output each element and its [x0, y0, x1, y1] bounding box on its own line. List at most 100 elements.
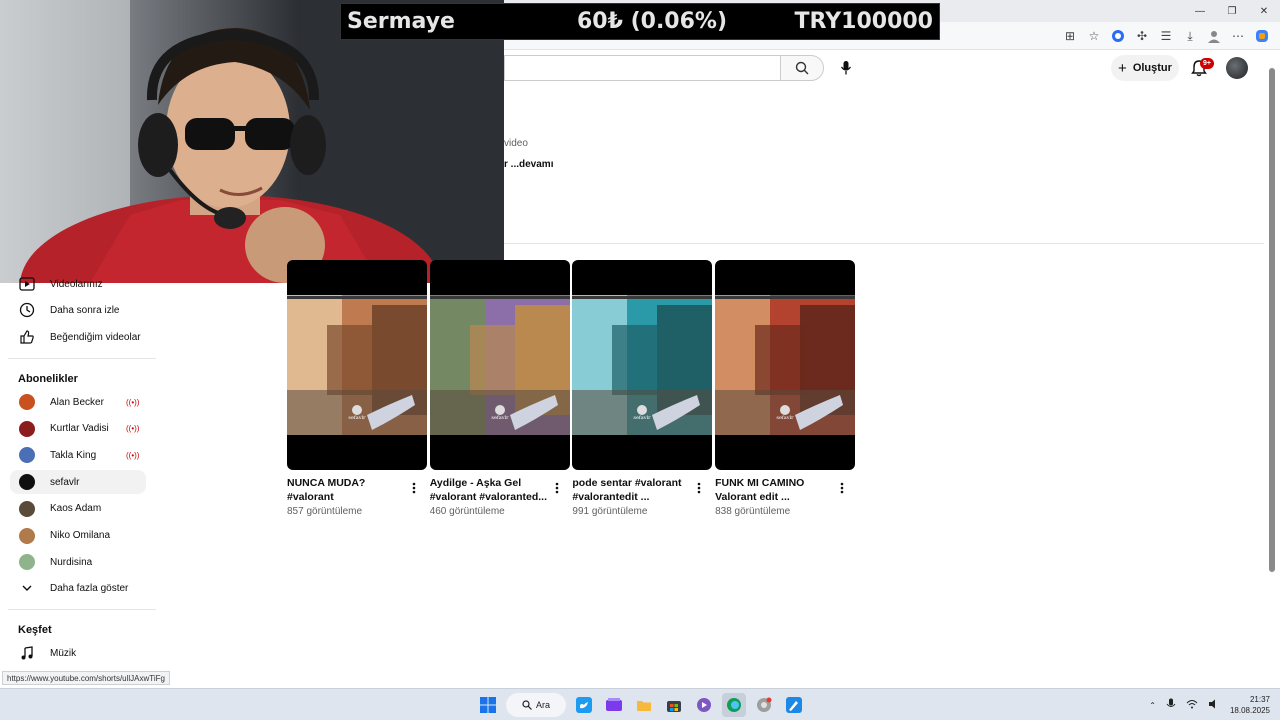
short-card[interactable]: sefavlr NUNCA MUDA? #valorant #valoranted… [287, 260, 427, 517]
sidebar-subscription-item[interactable]: Niko Omilana [10, 524, 146, 548]
chevron-up-icon[interactable]: ⌃ [1149, 701, 1156, 710]
more-options-icon[interactable] [837, 478, 847, 498]
paint-app-icon[interactable] [782, 693, 806, 717]
streamer-webcam-image [0, 0, 504, 283]
short-view-count: 460 görüntüleme [429, 506, 505, 517]
sidebar-item-liked-videos[interactable]: Beğendiğim videolar [10, 325, 146, 349]
channel-description-more[interactable]: r ...devamı [504, 159, 553, 170]
store-icon[interactable] [662, 693, 686, 717]
webcam-overlay [0, 0, 504, 283]
short-view-count: 838 görüntüleme [715, 506, 791, 517]
clock-date: 18.08.2025 [1229, 706, 1270, 715]
show-more-button[interactable]: Daha fazla göster [10, 576, 146, 600]
short-thumbnail[interactable]: sefavlr [572, 260, 713, 470]
account-avatar[interactable] [1226, 57, 1248, 79]
show-more-label: Daha fazla göster [50, 582, 129, 594]
sidebar-subscription-item[interactable]: sefavlr [10, 470, 146, 495]
search-button[interactable] [780, 55, 824, 81]
more-menu-icon[interactable]: ⋯ [1230, 28, 1246, 44]
windows-logo-icon [480, 697, 496, 713]
tabs-divider [504, 243, 1264, 244]
sidebar-item-your-videos[interactable]: Videolarınız [10, 272, 146, 296]
download-icon[interactable]: ⤓ [1182, 28, 1198, 44]
short-title[interactable]: NUNCA MUDA? #valorant #valorantedi... [287, 476, 407, 504]
channel-avatar [19, 527, 35, 544]
short-title[interactable]: pode sentar #valorant #valorantedit ... [572, 476, 692, 504]
page-scrollbar[interactable] [1268, 62, 1276, 682]
wifi-icon[interactable] [1186, 699, 1198, 711]
channel-avatar [19, 474, 35, 491]
window-controls: — ❐ ✕ [1184, 0, 1280, 22]
chrome-browser-icon[interactable] [752, 693, 776, 717]
speaker-icon[interactable] [1208, 699, 1220, 711]
ticker-label: Sermaye [347, 9, 455, 34]
avatar [18, 446, 36, 464]
edge-browser-icon[interactable] [722, 693, 746, 717]
sidebar-item-watch-later[interactable]: Daha sonra izle [10, 298, 146, 322]
sidebar-item-label: sefavlr [50, 476, 80, 488]
short-thumbnail[interactable]: sefavlr [429, 260, 570, 470]
search-input[interactable] [504, 55, 780, 81]
channel-avatar [19, 394, 35, 410]
extension-blue-icon[interactable] [1110, 28, 1126, 44]
profile-icon[interactable] [1206, 28, 1222, 44]
video-editor-icon[interactable] [602, 693, 626, 717]
channel-video-count: video [504, 138, 528, 149]
star-icon[interactable]: ☆ [1086, 28, 1102, 44]
music-note-icon [18, 644, 36, 662]
short-card[interactable]: sefavlr Aydilge - Aşka Gel #valorant #val… [429, 260, 570, 517]
taskbar-search[interactable]: Ara [506, 693, 566, 717]
media-app-icon[interactable] [692, 693, 716, 717]
more-options-icon[interactable] [409, 478, 419, 498]
sidebar-item-music[interactable]: Müzik [10, 641, 146, 665]
sidebar-subscription-item[interactable]: Kurtlar Vadisi ((•)) [10, 417, 146, 441]
watermark-text: sefavlr [491, 415, 509, 421]
sidebar-subscription-item[interactable]: Kaos Adam [10, 497, 146, 521]
channel-avatar [19, 420, 35, 437]
ticker-change: 60₺ (0.06%) [577, 9, 728, 34]
sidebar-item-label: Nurdisina [50, 556, 93, 568]
sidebar-item-label: Kaos Adam [50, 503, 102, 515]
clock-icon [18, 301, 36, 319]
guide-sidebar: Videolarınız Daha sonra izle Beğendiğim … [0, 277, 160, 673]
create-button[interactable]: + Oluştur [1111, 55, 1179, 81]
short-thumbnail[interactable]: sefavlr [715, 260, 856, 470]
favorites-icon[interactable]: ☰ [1158, 28, 1174, 44]
voice-search-button[interactable] [832, 54, 860, 82]
sidebar-subscription-item[interactable]: Alan Becker ((•)) [10, 390, 146, 414]
microphone-tray-icon[interactable] [1166, 698, 1176, 712]
sidebar-item-label: Alan Becker [50, 396, 104, 408]
ticker-symbol: TRY100000 [794, 9, 933, 34]
short-thumbnail[interactable]: sefavlr [287, 260, 427, 470]
copilot-icon[interactable] [1254, 28, 1270, 44]
subscriptions-title: Abonelikler [18, 373, 78, 385]
short-title[interactable]: Aydilge - Aşka Gel #valorant #valoranted… [430, 476, 550, 504]
gameplay-image: sefavlr [715, 295, 856, 435]
close-icon[interactable]: ✕ [1248, 0, 1280, 22]
gameplay-image: sefavlr [572, 295, 713, 435]
file-explorer-icon[interactable] [632, 693, 656, 717]
sidebar-subscription-item[interactable]: Takla King ((•)) [10, 443, 146, 467]
explore-title: Keşfet [18, 624, 52, 636]
more-options-icon[interactable] [694, 478, 704, 498]
more-options-icon[interactable] [552, 478, 562, 498]
play-icon [18, 275, 36, 293]
start-button[interactable] [476, 693, 500, 717]
app-available-icon[interactable]: ⊞ [1062, 28, 1078, 44]
twitter-app-icon[interactable] [572, 693, 596, 717]
avatar [18, 420, 36, 438]
short-card[interactable]: sefavlr pode sentar #valorant #valoranted… [572, 260, 713, 517]
system-clock[interactable]: 21:37 18.08.2025 [1230, 694, 1270, 716]
short-card[interactable]: sefavlr FUNK MI CAMINO Valorant edit ... 8… [715, 260, 856, 517]
minimize-icon[interactable]: — [1184, 0, 1216, 22]
sidebar-subscription-item[interactable]: Nurdisina [10, 550, 146, 574]
microphone-icon [840, 61, 852, 75]
windows-taskbar: Ara ⌃ 21:37 18.08.2025 [0, 688, 1280, 720]
status-bar-url: https://www.youtube.com/shorts/ullJAxwTi… [2, 671, 170, 685]
short-title[interactable]: FUNK MI CAMINO Valorant edit ... [715, 476, 835, 504]
extensions-icon[interactable]: ✣ [1134, 28, 1150, 44]
restore-icon[interactable]: ❐ [1216, 0, 1248, 22]
search-icon [522, 700, 532, 710]
scrollbar-thumb[interactable] [1269, 68, 1275, 572]
channel-avatar [19, 500, 35, 517]
